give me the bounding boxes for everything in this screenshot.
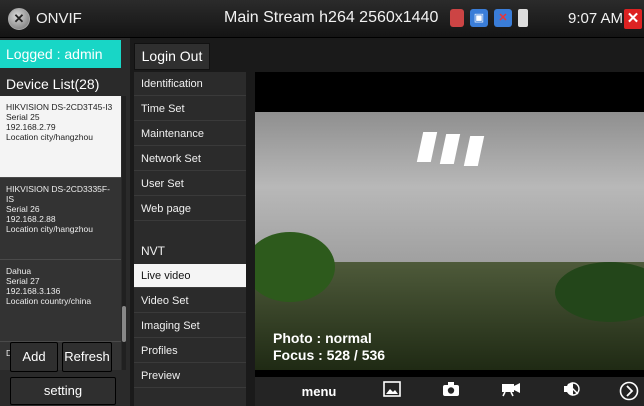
menu-item-video-set[interactable]: Video Set <box>134 289 246 313</box>
network-status-icon: ✕ <box>494 9 512 27</box>
setting-button[interactable]: setting <box>10 377 116 405</box>
next-arrow-icon[interactable] <box>618 381 640 403</box>
login-out-button[interactable]: Login Out <box>134 43 210 70</box>
device-serial: Serial 27 <box>6 276 40 286</box>
device-location: Location country/china <box>6 296 92 306</box>
video-record-icon[interactable] <box>500 381 522 403</box>
device-location: Location city/hangzhou <box>6 224 93 234</box>
menu-button[interactable]: menu <box>299 381 339 403</box>
nvt-section-title: NVT <box>141 244 165 258</box>
onvif-logo-icon: ✕ <box>8 8 30 30</box>
picture-icon[interactable] <box>381 381 403 403</box>
mute-icon[interactable] <box>560 381 582 403</box>
device-serial: Serial 25 <box>6 112 40 122</box>
menu-item-live-video[interactable]: Live video <box>134 264 246 288</box>
video-toolbar: menu <box>255 377 644 406</box>
device-list[interactable]: HIKVISION DS-2CD3T45-I3 Serial 25 192.16… <box>0 96 121 370</box>
device-serial: Serial 26 <box>6 204 40 214</box>
left-panel: Logged : admin Device List(28) HIKVISION… <box>0 38 130 406</box>
stream-title: Main Stream h264 2560x1440 <box>224 9 439 26</box>
clock: 9:07 AM <box>568 10 624 27</box>
add-button[interactable]: Add <box>10 342 58 372</box>
device-name: Dahua <box>6 266 32 276</box>
scrollbar-thumb[interactable] <box>122 306 126 342</box>
device-name: HIKVISION DS-2CD3335F-IS <box>6 184 110 204</box>
battery-icon <box>518 9 528 27</box>
photo-mode-label: Photo : normal <box>273 330 372 346</box>
device-item[interactable]: HIKVISION DS-2CD3335F-IS Serial 26 192.1… <box>0 178 121 260</box>
focus-label: Focus : 528 / 536 <box>273 347 386 363</box>
menu-item-web-page[interactable]: Web page <box>134 197 246 221</box>
title-bar: ✕ ONVIF Main Stream h264 2560x1440 ▣ ✕ 9… <box>0 0 644 38</box>
menu-item-time-set[interactable]: Time Set <box>134 97 246 121</box>
device-item[interactable]: Dahua Serial 27 192.168.3.136 Location c… <box>0 260 121 342</box>
close-button[interactable]: ✕ <box>624 9 642 29</box>
device-ip: 192.168.2.88 <box>6 214 56 224</box>
refresh-button[interactable]: Refresh <box>62 342 112 372</box>
menu-item-identification[interactable]: Identification <box>134 72 246 96</box>
app-name: ONVIF <box>36 10 82 27</box>
device-ip: 192.168.3.136 <box>6 286 61 296</box>
menu-item-user-set[interactable]: User Set <box>134 172 246 196</box>
menu-item-profiles[interactable]: Profiles <box>134 339 246 363</box>
menu-item-preview[interactable]: Preview <box>134 364 246 388</box>
live-video-view[interactable]: Photo : normal Focus : 528 / 536 <box>255 72 644 377</box>
device-name: HIKVISION DS-2CD3T45-I3 <box>6 102 113 112</box>
menu-item-network-set[interactable]: Network Set <box>134 147 246 171</box>
device-location: Location city/hangzhou <box>6 132 93 142</box>
sd-card-icon <box>450 9 464 27</box>
pc-connection-icon: ▣ <box>470 9 488 27</box>
settings-menu: Identification Time Set Maintenance Netw… <box>134 72 246 406</box>
device-ip: 192.168.2.79 <box>6 122 56 132</box>
menu-item-maintenance[interactable]: Maintenance <box>134 122 246 146</box>
device-list-title: Device List(28) <box>6 76 100 92</box>
camera-snapshot-icon[interactable] <box>440 381 462 403</box>
device-list-scrollbar[interactable] <box>122 96 126 370</box>
device-item[interactable]: HIKVISION DS-2CD3T45-I3 Serial 25 192.16… <box>0 96 121 178</box>
menu-item-imaging-set[interactable]: Imaging Set <box>134 314 246 338</box>
status-icons: ▣ ✕ <box>450 9 528 27</box>
logged-in-label: Logged : admin <box>0 40 121 68</box>
